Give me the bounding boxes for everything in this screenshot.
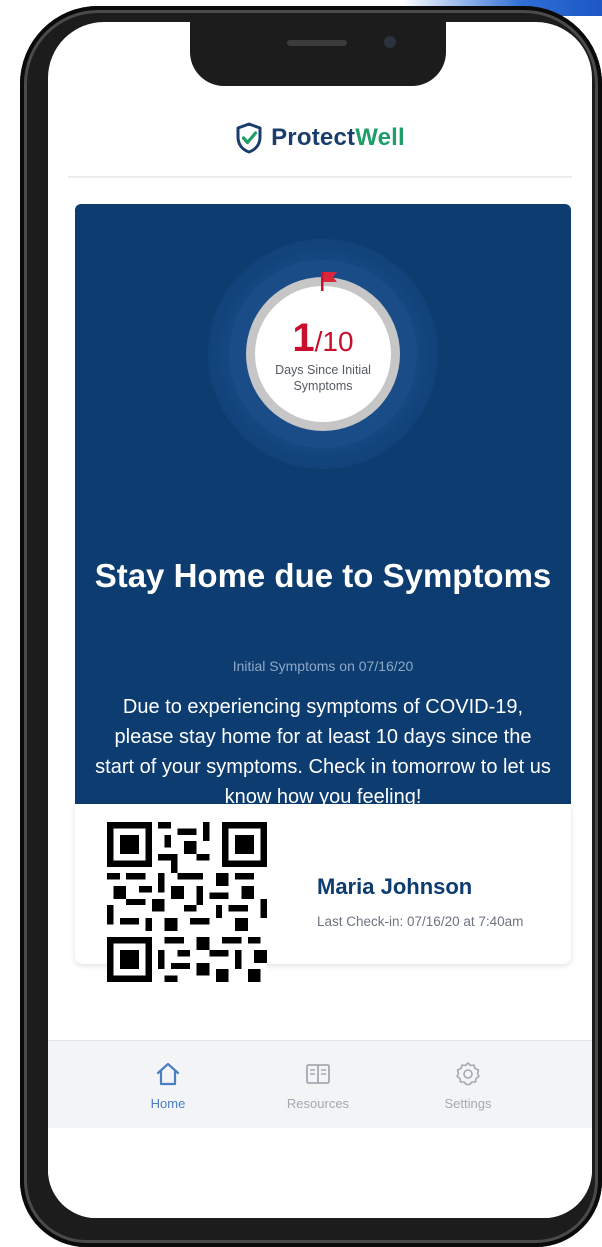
app-screen: ProtectWell 1 /10 Days Since Initial Sym… [48,22,592,1218]
tab-resources[interactable]: Resources [248,1041,388,1129]
book-icon [306,1063,330,1084]
shield-check-icon [236,122,262,154]
user-name: Maria Johnson [317,874,473,899]
qr-code-icon[interactable] [107,822,267,982]
status-subtitle: Initial Symptoms on 07/16/20 [232,658,414,674]
app-header: ProtectWell [48,112,592,164]
tab-home[interactable]: Home [98,1041,238,1129]
progress-ring: 1 /10 Days Since Initial Symptoms [208,239,438,469]
header-divider [68,176,572,178]
tab-settings[interactable]: Settings [398,1041,538,1129]
status-message: Due to experiencing symptoms of COVID-19… [95,696,551,808]
phone-frame: ProtectWell 1 /10 Days Since Initial Sym… [20,6,602,1247]
speaker-grille [287,40,347,46]
day-total: /10 [314,326,354,357]
last-checkin-text: Last Check-in: 07/16/20 at 7:40am [317,914,524,929]
flag-icon [321,272,337,291]
brand-name-well: Well [355,124,405,151]
home-indicator-area [48,1128,592,1218]
gear-icon [456,1061,480,1085]
home-icon [156,1062,180,1085]
tab-resources-label: Resources [286,1095,350,1111]
ring-face: 1 /10 Days Since Initial Symptoms [255,286,391,422]
bottom-tab-bar: Home Resources Settings [48,1040,592,1129]
brand-logo: ProtectWell [271,124,405,152]
day-counter: 1 /10 [292,318,353,358]
status-card: 1 /10 Days Since Initial Symptoms Stay H… [75,204,571,898]
phone-notch [190,22,446,86]
status-title: Stay Home due to Symptoms [94,557,552,594]
front-camera [384,36,396,48]
ring-caption: Days Since Initial Symptoms [275,363,371,393]
brand-name-protect: Protect [271,124,356,151]
day-count: 1 [292,316,315,360]
tab-home-label: Home [150,1095,186,1111]
user-card: Maria Johnson Last Check-in: 07/16/20 at… [75,804,571,982]
tab-settings-label: Settings [444,1095,492,1111]
